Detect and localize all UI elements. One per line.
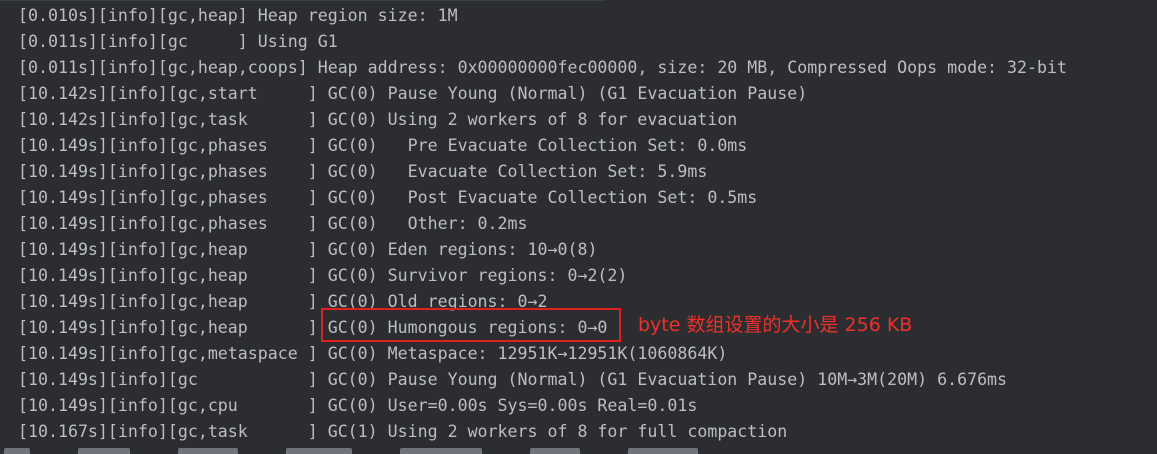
- log-line: [10.149s][info][gc,phases ] GC(0) Post E…: [18, 188, 758, 207]
- status-bar-items: [0, 448, 746, 454]
- log-line: [10.167s][info][gc,task ] GC(1) Using 2 …: [18, 422, 788, 441]
- log-line: [10.149s][info][gc,phases ] GC(0) Pre Ev…: [18, 136, 748, 155]
- status-bar-item[interactable]: [628, 448, 698, 454]
- console-output[interactable]: [0.010s][info][gc,heap] Heap region size…: [0, 0, 1157, 454]
- status-bar-item[interactable]: [178, 448, 238, 454]
- console-top-border: [0, 0, 605, 1]
- status-bar-item[interactable]: [78, 448, 130, 454]
- log-line: [10.149s][info][gc,heap ] GC(0) Eden reg…: [18, 240, 598, 259]
- log-line: [10.149s][info][gc ] GC(0) Pause Young (…: [18, 370, 1008, 389]
- log-line: [10.149s][info][gc,cpu ] GC(0) User=0.00…: [18, 396, 698, 415]
- status-bar-item[interactable]: [4, 448, 30, 454]
- log-line: [10.149s][info][gc,metaspace ] GC(0) Met…: [18, 344, 728, 363]
- status-bar-item[interactable]: [530, 448, 580, 454]
- log-line: [0.010s][info][gc,heap] Heap region size…: [18, 6, 458, 25]
- status-bar-item[interactable]: [400, 448, 482, 454]
- status-bar: [0, 444, 1157, 454]
- status-bar-item[interactable]: [286, 448, 352, 454]
- log-line: [10.149s][info][gc,phases ] GC(0) Evacua…: [18, 162, 708, 181]
- log-line: [10.142s][info][gc,start ] GC(0) Pause Y…: [18, 84, 808, 103]
- log-line: [0.011s][info][gc ] Using G1: [18, 32, 338, 51]
- annotation-note: byte 数组设置的大小是 256 KB: [638, 314, 913, 336]
- log-line: [10.149s][info][gc,phases ] GC(0) Other:…: [18, 214, 528, 233]
- log-line: [10.149s][info][gc,heap ] GC(0) Survivor…: [18, 266, 628, 285]
- log-line: [0.011s][info][gc,heap,coops] Heap addre…: [18, 58, 1067, 77]
- highlight-box: [321, 308, 621, 342]
- log-lines: [0.010s][info][gc,heap] Heap region size…: [18, 3, 1067, 445]
- log-line: [10.142s][info][gc,task ] GC(0) Using 2 …: [18, 110, 738, 129]
